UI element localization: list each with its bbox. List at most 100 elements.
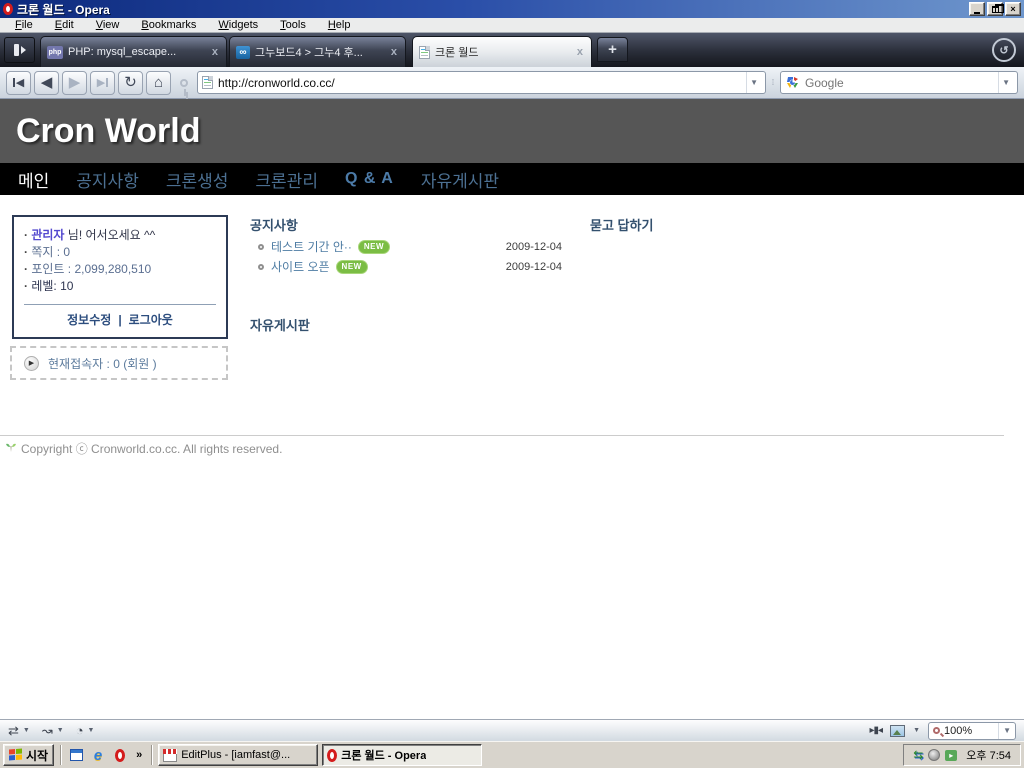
forward-icon: ▶ — [69, 75, 81, 90]
browser-viewport: Cron World 메인 공지사항 크론생성 크론관리 Q & A 자유게시판… — [0, 99, 1024, 719]
chevron-down-icon[interactable]: ▼ — [913, 727, 920, 734]
tab-cronworld-active[interactable]: 크론 월드 x — [412, 36, 592, 67]
chevron-down-icon[interactable]: ▼ — [23, 727, 30, 734]
bullet-icon — [258, 244, 264, 250]
chevron-down-icon[interactable]: ▼ — [88, 727, 95, 734]
url-field[interactable]: ▼ — [197, 71, 766, 94]
free-board-section: 자유게시판 — [250, 315, 310, 334]
home-button[interactable]: ⌂ — [146, 71, 171, 95]
expand-visitors-button[interactable]: ▶ — [24, 356, 39, 371]
bullet-icon — [258, 264, 264, 270]
task-label: EditPlus - [iamfast@... — [181, 749, 290, 761]
menu-bookmarks[interactable]: Bookmarks — [130, 19, 207, 31]
quicklaunch-overflow-chevron[interactable]: » — [133, 749, 145, 761]
chevron-down-icon[interactable]: ▼ — [57, 727, 64, 734]
task-button-editplus[interactable]: EditPlus - [iamfast@... — [158, 744, 318, 766]
show-desktop-icon[interactable] — [67, 746, 85, 764]
zoom-dropdown-arrow[interactable]: ▼ — [998, 723, 1011, 739]
tab-php[interactable]: php PHP: mysql_escape... x — [40, 36, 227, 67]
nav-main[interactable]: 메인 — [18, 167, 49, 192]
url-dropdown-arrow[interactable]: ▼ — [746, 72, 761, 93]
page-content: 관리자 님! 어서오세요 ^^ 쪽지 : 0 포인트 : 2,099,280,5… — [0, 195, 1024, 719]
menu-edit[interactable]: Edit — [44, 19, 85, 31]
sync-arrows-icon[interactable]: ⇄ — [8, 724, 19, 737]
rewind-button[interactable]: ◀ — [6, 71, 31, 95]
editplus-icon — [163, 749, 177, 762]
back-button[interactable]: ◀ — [34, 71, 59, 95]
notice-link[interactable]: 테스트 기간 안·· — [271, 238, 352, 255]
nav-cron-create[interactable]: 크론생성 — [166, 167, 229, 192]
nav-cron-manage[interactable]: 크론관리 — [255, 167, 318, 192]
taskbar-divider — [60, 745, 61, 765]
restore-icon — [992, 6, 999, 13]
logout-link[interactable]: 로그아웃 — [129, 313, 173, 327]
nav-qna[interactable]: Q & A — [345, 170, 394, 188]
zoom-level: 100% — [944, 725, 994, 737]
chevron-right-icon — [21, 46, 26, 54]
tab-close-icon[interactable]: x — [389, 46, 399, 58]
opera-link-icon[interactable]: ↝ — [42, 724, 53, 737]
volume-icon[interactable] — [928, 749, 940, 761]
toolbar-splitter-handle[interactable]: ⁞ — [769, 81, 777, 84]
copyright-row: Copyright ⓒ Cronworld.co.cc. All rights … — [5, 440, 282, 457]
forward-button[interactable]: ▶ — [62, 71, 87, 95]
notice-row: 사이트 오픈 NEW 2009-12-04 — [250, 259, 562, 274]
site-title: Cron World — [16, 112, 200, 151]
back-icon: ◀ — [41, 75, 53, 90]
nav-free-board[interactable]: 자유게시판 — [421, 167, 499, 192]
current-visitors-box: ▶ 현재접속자 : 0 (회원 ) — [10, 346, 228, 380]
user-name-link[interactable]: 관리자 — [31, 228, 64, 242]
search-field[interactable]: ▼ — [780, 71, 1018, 94]
url-input[interactable] — [218, 76, 741, 90]
fit-to-width-icon[interactable]: ▸▮◂ — [870, 725, 883, 736]
tab-close-icon[interactable]: x — [575, 46, 585, 58]
search-dropdown-arrow[interactable]: ▼ — [998, 72, 1013, 93]
footer-divider — [0, 435, 1004, 436]
copyright-text: Copyright ⓒ Cronworld.co.cc. All rights … — [21, 440, 282, 457]
zoom-control[interactable]: 100% ▼ — [928, 722, 1016, 740]
nav-notice[interactable]: 공지사항 — [76, 167, 139, 192]
start-button[interactable]: 시작 — [3, 744, 54, 766]
window-title: 크론 월드 - Opera — [17, 1, 110, 18]
network-activity-icon[interactable]: ⇆ — [913, 749, 923, 761]
google-icon — [785, 75, 800, 90]
tab-gnuboard[interactable]: ∞ 그누보드4 > 그누4 후... x — [229, 36, 406, 67]
safely-remove-icon[interactable]: ▸ — [945, 750, 957, 761]
edit-info-link[interactable]: 정보수정 — [67, 313, 111, 327]
close-button[interactable]: × — [1005, 2, 1021, 16]
link-separator: | — [118, 313, 121, 327]
task-button-opera-active[interactable]: 크론 월드 - Opera — [322, 744, 482, 766]
internet-explorer-icon[interactable]: e — [89, 746, 107, 764]
menu-tools[interactable]: Tools — [269, 19, 317, 31]
start-label: 시작 — [26, 747, 48, 764]
qna-section-title[interactable]: 묻고 답하기 — [590, 215, 653, 234]
free-board-title[interactable]: 자유게시판 — [250, 315, 310, 334]
tab-label: PHP: mysql_escape... — [68, 46, 205, 58]
menu-widgets[interactable]: Widgets — [207, 19, 269, 31]
system-tray: ⇆ ▸ 오후 7:54 — [903, 744, 1021, 766]
address-bar: ◀ ◀ ▶ ▶ ↻ ⌂ ▼ ⁞ ▼ — [0, 67, 1024, 99]
restore-button[interactable] — [987, 2, 1003, 16]
closed-tabs-button[interactable]: ↺ — [992, 38, 1016, 62]
notice-section-title[interactable]: 공지사항 — [250, 215, 562, 234]
panel-toggle-button[interactable] — [4, 37, 35, 63]
qna-section: 묻고 답하기 — [590, 215, 653, 234]
notice-link[interactable]: 사이트 오픈 — [271, 258, 330, 275]
turbo-dial-icon[interactable]: ◔ — [76, 724, 84, 737]
menubar: File Edit View Bookmarks Widgets Tools H… — [0, 18, 1024, 33]
opera-launcher-icon[interactable] — [111, 746, 129, 764]
reload-button[interactable]: ↻ — [118, 71, 143, 95]
menu-view[interactable]: View — [85, 19, 131, 31]
rewind-icon: ◀ — [16, 76, 24, 89]
minimize-button[interactable] — [969, 2, 985, 16]
fast-forward-button[interactable]: ▶ — [90, 71, 115, 95]
menu-help[interactable]: Help — [317, 19, 362, 31]
tab-close-icon[interactable]: x — [210, 46, 220, 58]
menu-file[interactable]: File — [4, 19, 44, 31]
search-input[interactable] — [805, 76, 993, 90]
leaf-icon — [5, 441, 17, 456]
images-toggle-icon[interactable] — [890, 725, 905, 737]
new-tab-button[interactable]: + — [597, 37, 628, 62]
userbox-divider — [24, 304, 216, 305]
taskbar-divider — [151, 745, 152, 765]
